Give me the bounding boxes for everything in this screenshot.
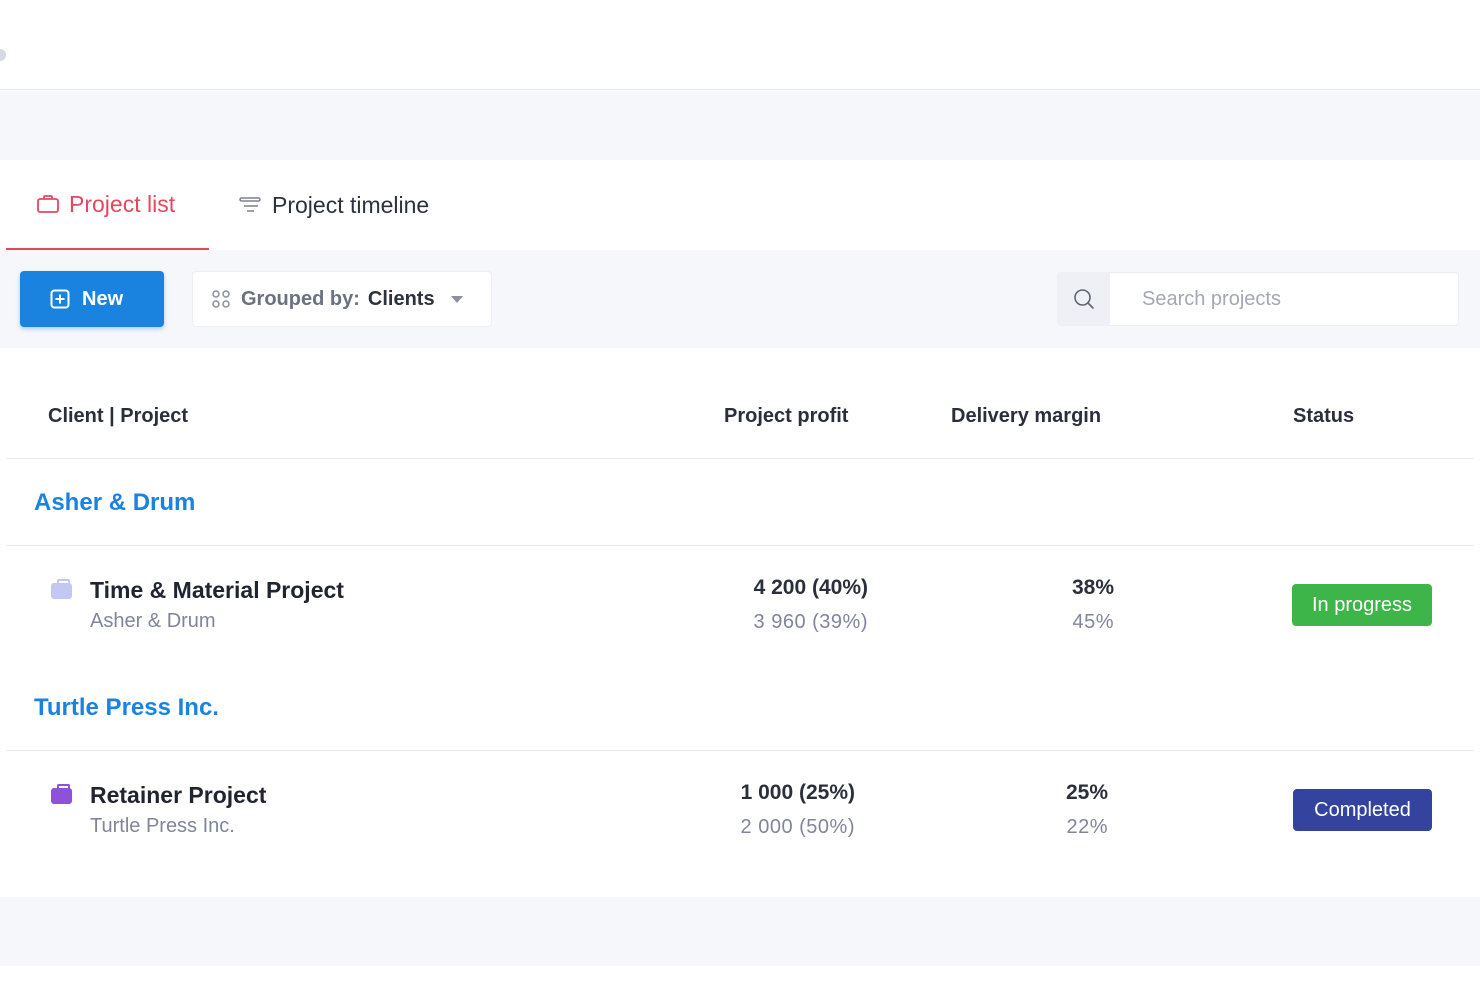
project-profit-planned: 2 000 (50%) [740,816,855,838]
tab-project-timeline[interactable]: Project timeline [238,160,429,250]
top-bar [0,0,1480,90]
column-header-delivery-margin[interactable]: Delivery margin [951,405,1101,428]
divider [6,458,1474,459]
project-name[interactable]: Retainer Project [90,782,266,809]
client-group-header[interactable]: Asher & Drum [34,489,195,517]
column-header-project-profit[interactable]: Project profit [724,405,848,428]
timeline-icon [239,197,261,212]
project-name[interactable]: Time & Material Project [90,577,344,604]
new-button-label: New [82,287,124,310]
plus-square-icon [50,289,70,309]
column-header-client-project[interactable]: Client | Project [48,405,188,428]
status-badge: In progress [1292,584,1432,626]
delivery-margin-planned: 45% [1072,611,1114,633]
client-group-header[interactable]: Turtle Press Inc. [34,694,219,722]
divider [6,750,1474,751]
briefcase-icon [51,784,72,804]
tab-project-list[interactable]: Project list [6,160,209,250]
group-by-dropdown[interactable]: Grouped by: Clients [192,271,492,327]
footer-spacer [0,897,1480,966]
project-profit-planned: 3 960 (39%) [753,611,868,633]
project-profit-value: 1 000 (25%) [740,781,855,804]
project-client: Asher & Drum [90,610,216,632]
column-header-status[interactable]: Status [1293,405,1354,428]
tab-bar: Project list Project timeline [0,160,1480,250]
header-spacer [0,91,1480,160]
chevron-down-icon [450,295,463,303]
toolbar: New Grouped by: Clients [0,250,1480,348]
delivery-margin-value: 25% [1065,781,1108,804]
new-project-button[interactable]: New [20,271,164,327]
scroll-indicator [0,49,6,61]
divider [6,545,1474,546]
search-input[interactable] [1110,272,1459,326]
delivery-margin-value: 38% [1071,576,1114,599]
delivery-margin-planned: 22% [1066,816,1108,838]
projects-table: Client | Project Project profit Delivery… [0,348,1480,897]
briefcase-icon [51,579,72,599]
status-badge: Completed [1293,789,1432,831]
search-button[interactable] [1057,272,1110,326]
tab-label: Project list [69,190,176,217]
search-icon [1073,289,1094,309]
group-by-label: Grouped by: [241,287,360,310]
grid-dots-icon [212,290,230,308]
project-profit-value: 4 200 (40%) [753,576,868,599]
group-by-value: Clients [367,287,435,310]
project-client: Turtle Press Inc. [90,815,235,837]
tab-label: Project timeline [272,191,430,218]
briefcase-icon [37,195,59,213]
